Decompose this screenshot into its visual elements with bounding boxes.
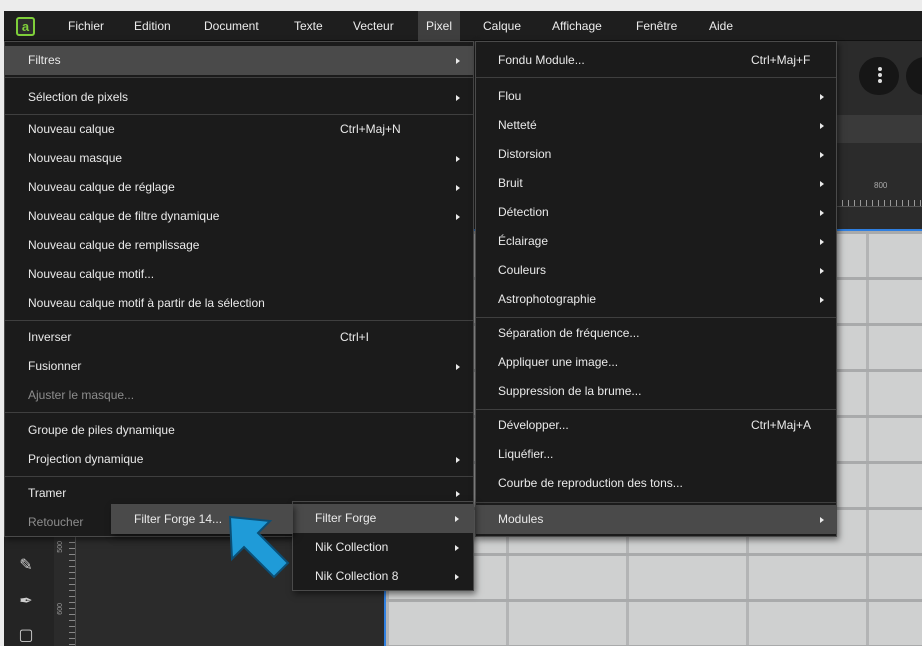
menu-item-projection-dynamique[interactable]: Projection dynamique — [5, 445, 473, 474]
menu-item-filter-forge[interactable]: Filter Forge — [293, 504, 473, 533]
submenu-arrow-icon — [820, 517, 824, 523]
menu-item-developper[interactable]: Développer... Ctrl+Maj+A — [476, 411, 836, 440]
context-toolbar — [834, 55, 922, 99]
shortcut-label: Ctrl+I — [340, 330, 370, 344]
menu-item-astrophotographie[interactable]: Astrophotographie — [476, 285, 836, 314]
submenu-arrow-icon — [455, 516, 459, 522]
menu-affichage[interactable]: Affichage — [544, 11, 610, 41]
menu-item-calque-reglage[interactable]: Nouveau calque de réglage — [5, 173, 473, 202]
menu-item-nik-collection[interactable]: Nik Collection — [293, 533, 473, 562]
menu-item-groupe-piles[interactable]: Groupe de piles dynamique — [5, 416, 473, 445]
ruler-label: 500 — [57, 541, 64, 553]
menu-document[interactable]: Document — [196, 11, 267, 41]
menu-item-liquefier[interactable]: Liquéfier... — [476, 440, 836, 469]
menu-item-inverser[interactable]: Inverser Ctrl+I — [5, 323, 473, 352]
menu-aide[interactable]: Aide — [701, 11, 741, 41]
menu-item-eclairage[interactable]: Éclairage — [476, 227, 836, 256]
menu-item-nik-collection-8[interactable]: Nik Collection 8 — [293, 562, 473, 591]
menu-item-bruit[interactable]: Bruit — [476, 169, 836, 198]
menu-item-calque-motif[interactable]: Nouveau calque motif... — [5, 260, 473, 289]
horizontal-ruler: 800 — [836, 177, 922, 207]
menu-item-fondu-module[interactable]: Fondu Module... Ctrl+Maj+F — [476, 46, 836, 75]
menu-separator — [5, 412, 473, 413]
menu-separator — [476, 409, 836, 410]
menu-separator — [5, 476, 473, 477]
menu-item-suppression-brume[interactable]: Suppression de la brume... — [476, 377, 836, 406]
submenu-arrow-icon — [456, 457, 460, 463]
submenu-arrow-icon — [820, 239, 824, 245]
submenu-arrow-icon — [820, 210, 824, 216]
submenu-arrow-icon — [456, 364, 460, 370]
ruler-ticks — [69, 531, 75, 646]
menu-item-nouveau-calque[interactable]: Nouveau calque Ctrl+Maj+N — [5, 115, 473, 144]
submenu-arrow-icon — [820, 181, 824, 187]
menu-vecteur[interactable]: Vecteur — [345, 11, 402, 41]
submenu-arrow-icon — [456, 185, 460, 191]
menu-item-nouveau-masque[interactable]: Nouveau masque — [5, 144, 473, 173]
submenu-arrow-icon — [820, 94, 824, 100]
pixel-menu: Filtres Sélection de pixels Nouveau calq… — [4, 41, 474, 537]
submenu-arrow-icon — [820, 152, 824, 158]
filtres-submenu: Fondu Module... Ctrl+Maj+F Flou Netteté D… — [475, 41, 837, 537]
submenu-arrow-icon — [456, 214, 460, 220]
menu-item-filtres[interactable]: Filtres — [5, 46, 473, 75]
menu-item-calque-motif-selection[interactable]: Nouveau calque motif à partir de la séle… — [5, 289, 473, 318]
menu-separator — [476, 502, 836, 503]
toolbar-pill-partial — [906, 57, 922, 95]
menu-item-ajuster-masque: Ajuster le masque... — [28, 388, 135, 402]
more-options-icon[interactable] — [878, 67, 882, 83]
menu-item-separation-frequence[interactable]: Séparation de fréquence... — [476, 319, 836, 348]
menu-texte[interactable]: Texte — [286, 11, 331, 41]
menu-calque[interactable]: Calque — [475, 11, 529, 41]
menu-item-detection[interactable]: Détection — [476, 198, 836, 227]
submenu-arrow-icon — [820, 297, 824, 303]
submenu-arrow-icon — [456, 156, 460, 162]
menu-item-fusionner[interactable]: Fusionner — [5, 352, 473, 381]
submenu-arrow-icon — [455, 574, 459, 580]
menu-item-flou[interactable]: Flou — [476, 82, 836, 111]
shortcut-label: Ctrl+Maj+A — [751, 418, 812, 432]
menu-separator — [5, 320, 473, 321]
menu-item-distorsion[interactable]: Distorsion — [476, 140, 836, 169]
document-tab-strip — [836, 115, 922, 143]
menu-item-selection-pixels[interactable]: Sélection de pixels — [5, 83, 473, 112]
menu-item-couleurs[interactable]: Couleurs — [476, 256, 836, 285]
rectangle-tool-icon[interactable]: ▢ — [16, 625, 36, 646]
menu-item-appliquer-image[interactable]: Appliquer une image... — [476, 348, 836, 377]
pen-tool-icon[interactable]: ✒ — [16, 591, 36, 613]
app-window: a Fichier Edition Document Texte Vecteur… — [4, 11, 922, 646]
submenu-arrow-icon — [456, 491, 460, 497]
submenu-arrow-icon — [820, 123, 824, 129]
menu-item-courbe-reproduction-tons[interactable]: Courbe de reproduction des tons... — [476, 469, 836, 498]
menu-fenetre[interactable]: Fenêtre — [628, 11, 685, 41]
ruler-label: 600 — [57, 603, 64, 615]
submenu-arrow-icon — [456, 58, 460, 64]
menu-separator — [476, 317, 836, 318]
shortcut-label: Ctrl+Maj+F — [751, 53, 811, 67]
annotation-arrow-icon — [228, 515, 290, 579]
submenu-arrow-icon — [455, 545, 459, 551]
menu-pixel[interactable]: Pixel — [418, 11, 461, 41]
ruler-ticks — [836, 200, 922, 206]
app-logo-icon[interactable]: a — [16, 17, 35, 36]
brush-tool-icon[interactable]: ✎ — [16, 555, 36, 577]
menu-separator — [476, 77, 836, 78]
ruler-label: 800 — [874, 181, 888, 190]
menu-separator — [5, 77, 473, 78]
submenu-arrow-icon — [456, 95, 460, 101]
menu-fichier[interactable]: Fichier — [60, 11, 112, 41]
shortcut-label: Ctrl+Maj+N — [340, 122, 401, 136]
submenu-arrow-icon — [820, 268, 824, 274]
menu-edition[interactable]: Edition — [126, 11, 179, 41]
modules-submenu: Filter Forge Nik Collection Nik Collecti… — [292, 501, 474, 591]
menu-item-modules[interactable]: Modules — [476, 505, 836, 534]
vertical-ruler: 500 600 — [54, 531, 76, 646]
menu-item-calque-filtre-dynamique[interactable]: Nouveau calque de filtre dynamique — [5, 202, 473, 231]
menu-item-nettete[interactable]: Netteté — [476, 111, 836, 140]
menubar: a Fichier Edition Document Texte Vecteur… — [4, 11, 922, 41]
menu-item-calque-remplissage[interactable]: Nouveau calque de remplissage — [5, 231, 473, 260]
